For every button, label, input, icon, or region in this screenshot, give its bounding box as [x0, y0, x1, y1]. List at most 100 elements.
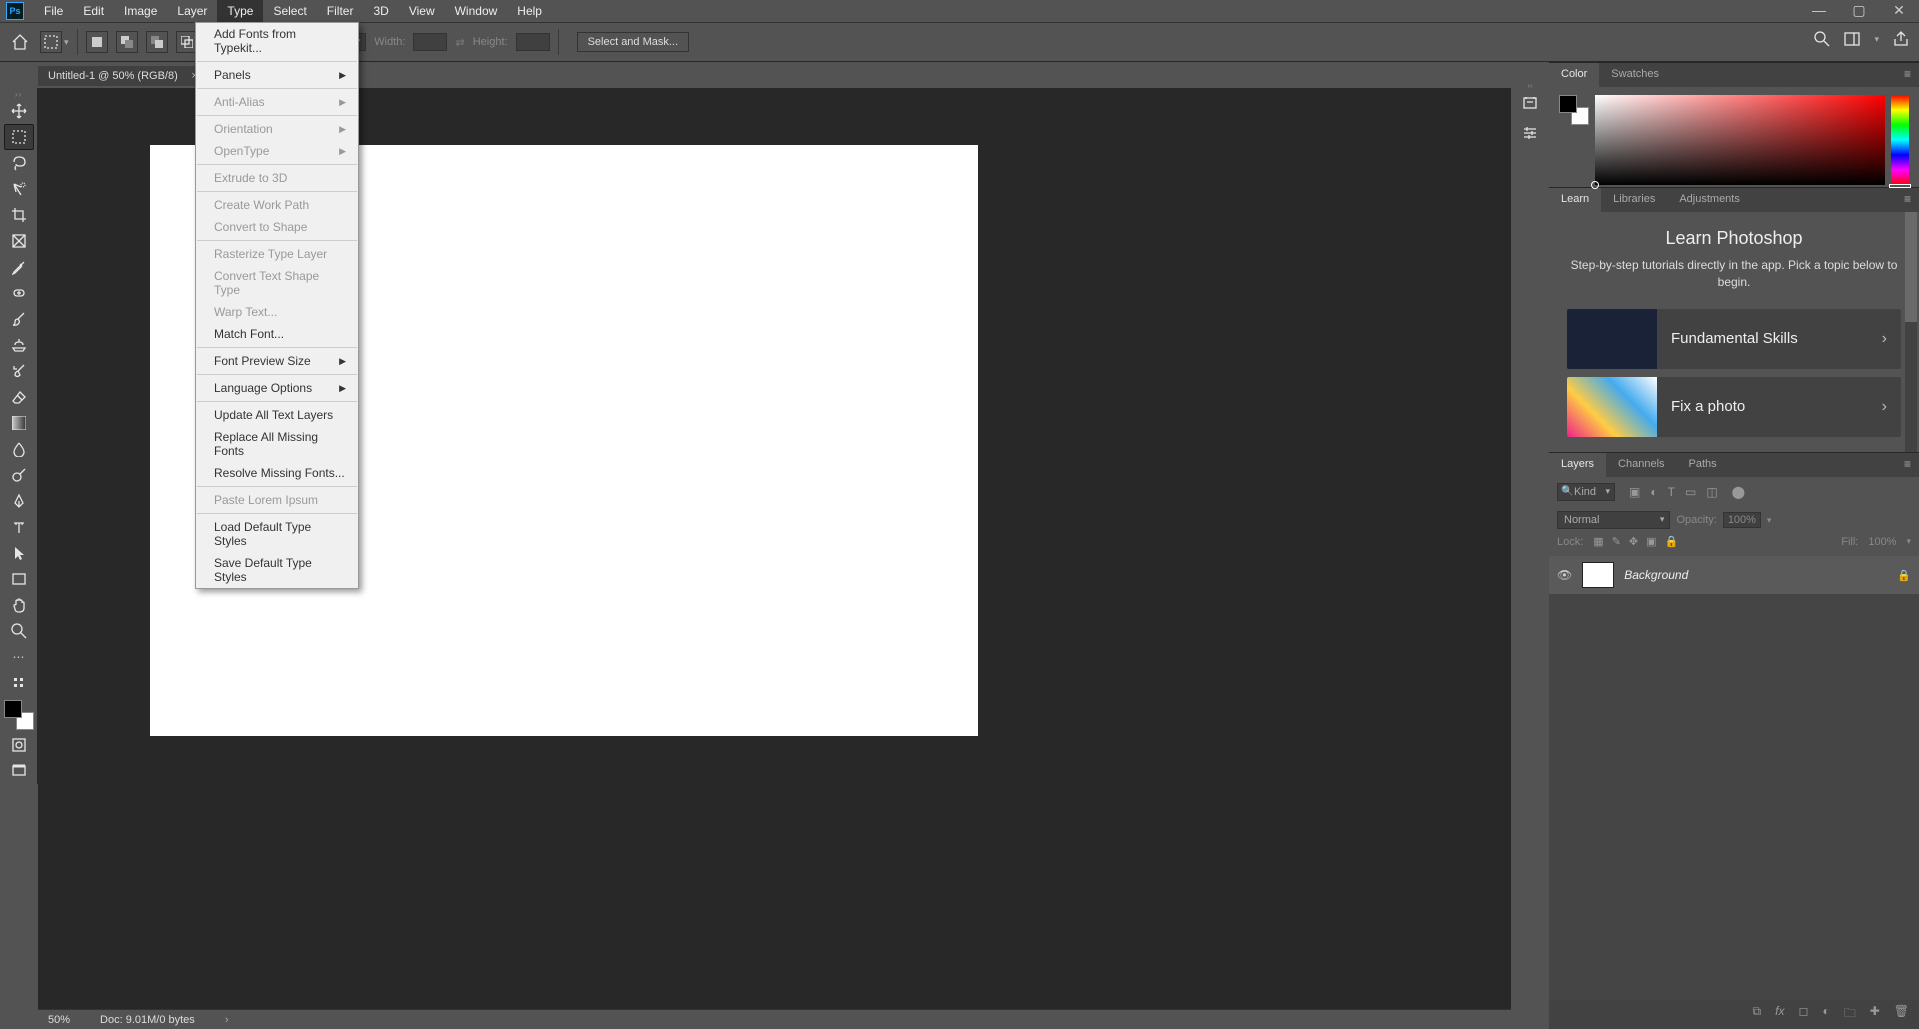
tab-swatches[interactable]: Swatches: [1599, 63, 1671, 87]
rectangular-marquee-tool[interactable]: [4, 124, 34, 150]
tab-libraries[interactable]: Libraries: [1601, 188, 1667, 212]
link-layers-icon[interactable]: ⧉: [1753, 1004, 1762, 1025]
type-tool[interactable]: [4, 514, 34, 540]
menuitem-language-options[interactable]: Language Options▶: [196, 377, 358, 399]
filter-pixel-icon[interactable]: ▣: [1629, 485, 1640, 499]
fill-field[interactable]: 100%: [1868, 536, 1896, 548]
properties-panel-icon[interactable]: [1518, 121, 1542, 145]
new-group-icon[interactable]: 🗀: [1844, 1004, 1856, 1025]
foreground-background-colors[interactable]: [4, 700, 34, 730]
layer-mask-icon[interactable]: ◻: [1798, 1004, 1808, 1025]
blur-tool[interactable]: [4, 436, 34, 462]
menu-select[interactable]: Select: [263, 0, 316, 22]
layer-filter-kind[interactable]: Kind: [1557, 483, 1615, 501]
new-selection-icon[interactable]: [86, 31, 108, 53]
share-icon[interactable]: [1893, 31, 1909, 47]
document-tab[interactable]: Untitled-1 @ 50% (RGB/8) ×: [38, 66, 206, 86]
close-button[interactable]: ✕: [1879, 0, 1919, 20]
visibility-icon[interactable]: 👁: [1557, 568, 1572, 582]
lock-position-icon[interactable]: ✥: [1629, 535, 1638, 548]
learn-panel-menu[interactable]: ≡: [1896, 188, 1919, 212]
hand-tool[interactable]: [4, 592, 34, 618]
eyedropper-tool[interactable]: [4, 254, 34, 280]
more-tools[interactable]: ⋯: [4, 644, 34, 670]
lock-transparency-icon[interactable]: ▦: [1593, 535, 1603, 548]
menu-3d[interactable]: 3D: [363, 0, 398, 22]
menu-file[interactable]: File: [34, 0, 73, 22]
lock-artboard-icon[interactable]: ▣: [1646, 535, 1656, 548]
menuitem-panels[interactable]: Panels▶: [196, 64, 358, 86]
menu-view[interactable]: View: [399, 0, 445, 22]
lasso-tool[interactable]: [4, 150, 34, 176]
spot-healing-tool[interactable]: [4, 280, 34, 306]
menuitem-resolve-missing-fonts[interactable]: Resolve Missing Fonts...: [196, 462, 358, 484]
menu-filter[interactable]: Filter: [317, 0, 364, 22]
filter-adjust-icon[interactable]: ◐: [1650, 485, 1657, 499]
maximize-button[interactable]: ▢: [1839, 0, 1879, 20]
workspace-icon[interactable]: [1844, 32, 1860, 46]
lock-all-icon[interactable]: 🔒: [1665, 535, 1679, 548]
screen-mode-icon[interactable]: [4, 758, 34, 784]
menuitem-replace-all-missing-fonts[interactable]: Replace All Missing Fonts: [196, 426, 358, 462]
pen-tool[interactable]: [4, 488, 34, 514]
learn-scrollthumb[interactable]: [1905, 212, 1917, 322]
panel-grip[interactable]: ‹‹: [1527, 81, 1532, 85]
frame-tool[interactable]: [4, 228, 34, 254]
tab-color[interactable]: Color: [1549, 63, 1599, 87]
toolbox-grip[interactable]: ››: [0, 90, 37, 98]
tab-learn[interactable]: Learn: [1549, 188, 1601, 212]
filter-smart-icon[interactable]: ◫: [1706, 485, 1717, 499]
opacity-field[interactable]: 100%: [1723, 512, 1761, 528]
minimize-button[interactable]: —: [1799, 0, 1839, 20]
history-panel-icon[interactable]: [1518, 91, 1542, 115]
delete-layer-icon[interactable]: 🗑: [1894, 1004, 1909, 1025]
color-panel-menu[interactable]: ≡: [1896, 63, 1919, 87]
menu-window[interactable]: Window: [445, 0, 508, 22]
layer-row[interactable]: 👁 Background 🔒: [1549, 556, 1919, 594]
select-and-mask-button[interactable]: Select and Mask...: [577, 32, 690, 52]
swap-wh-icon[interactable]: ⇄: [455, 36, 464, 49]
layer-lock-icon[interactable]: 🔒: [1897, 569, 1911, 582]
menu-layer[interactable]: Layer: [167, 0, 217, 22]
width-field[interactable]: [413, 33, 447, 51]
menu-type[interactable]: Type: [217, 0, 263, 22]
add-selection-icon[interactable]: [116, 31, 138, 53]
rectangle-tool[interactable]: [4, 566, 34, 592]
learn-card-fixphoto[interactable]: Fix a photo ›: [1567, 377, 1901, 437]
learn-card-fundamentals[interactable]: Fundamental Skills ›: [1567, 309, 1901, 369]
zoom-level[interactable]: 50%: [48, 1014, 70, 1026]
height-field[interactable]: [516, 33, 550, 51]
tab-channels[interactable]: Channels: [1606, 453, 1676, 477]
brush-tool[interactable]: [4, 306, 34, 332]
clone-stamp-tool[interactable]: [4, 332, 34, 358]
blend-mode-dropdown[interactable]: Normal: [1557, 511, 1670, 529]
edit-toolbar-icon[interactable]: [4, 670, 34, 696]
quick-mask-icon[interactable]: [4, 732, 34, 758]
zoom-tool[interactable]: [4, 618, 34, 644]
move-tool[interactable]: [4, 98, 34, 124]
gradient-tool[interactable]: [4, 410, 34, 436]
subtract-selection-icon[interactable]: [146, 31, 168, 53]
filter-type-icon[interactable]: T: [1668, 485, 1675, 499]
menu-edit[interactable]: Edit: [73, 0, 114, 22]
menuitem-update-all-text-layers[interactable]: Update All Text Layers: [196, 404, 358, 426]
status-chevron-icon[interactable]: ›: [225, 1014, 229, 1026]
tab-layers[interactable]: Layers: [1549, 453, 1606, 477]
selection-icon[interactable]: [40, 31, 62, 53]
menu-image[interactable]: Image: [114, 0, 167, 22]
menuitem-save-default-type-styles[interactable]: Save Default Type Styles: [196, 552, 358, 588]
menuitem-load-default-type-styles[interactable]: Load Default Type Styles: [196, 516, 358, 552]
path-selection-tool[interactable]: [4, 540, 34, 566]
menu-help[interactable]: Help: [507, 0, 552, 22]
filter-toggle[interactable]: ⬤: [1732, 485, 1745, 499]
eraser-tool[interactable]: [4, 384, 34, 410]
doc-info[interactable]: Doc: 9.01M/0 bytes: [100, 1014, 195, 1026]
layers-panel-menu[interactable]: ≡: [1896, 453, 1919, 477]
new-fill-icon[interactable]: ◐: [1822, 1004, 1829, 1025]
quick-selection-tool[interactable]: [4, 176, 34, 202]
new-layer-icon[interactable]: ✚: [1870, 1004, 1880, 1025]
lock-pixels-icon[interactable]: ✎: [1612, 535, 1621, 548]
saturation-value-picker[interactable]: [1595, 95, 1885, 185]
crop-tool[interactable]: [4, 202, 34, 228]
dodge-tool[interactable]: [4, 462, 34, 488]
